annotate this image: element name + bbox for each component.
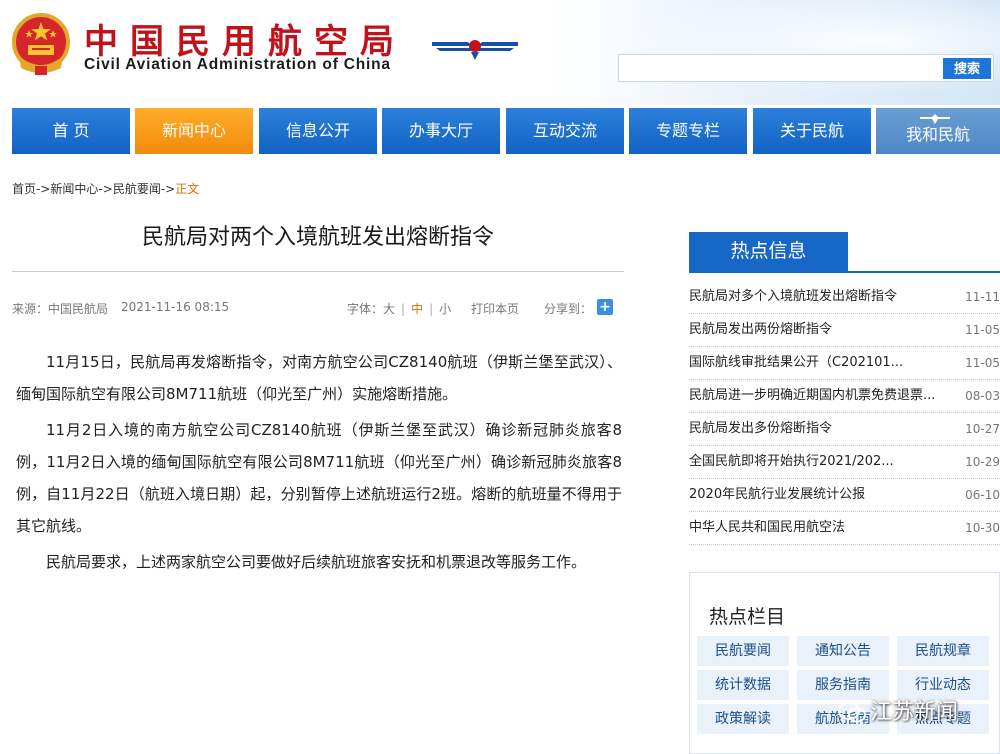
- hot-info-title: 中华人民共和国民用航空法: [689, 520, 846, 535]
- search-button[interactable]: 搜索: [943, 58, 991, 79]
- hot-info-divider: [689, 271, 1000, 273]
- hot-info-date: 10-27: [965, 422, 1000, 436]
- breadcrumb-headlines[interactable]: 民航要闻: [113, 182, 161, 196]
- nav-news-center[interactable]: 新闻中心: [135, 108, 253, 154]
- hot-info-title: 民航局对多个入境航班发出熔断指令: [689, 289, 898, 304]
- hot-info-item[interactable]: 2020年民航行业发展统计公报 06-10: [689, 479, 1000, 512]
- site-header: 中国民用航空局 Civil Aviation Administration of…: [0, 0, 1000, 105]
- plane-icon: [920, 114, 950, 124]
- article-source: 来源：中国民航局: [12, 302, 109, 316]
- article-paragraph: 11月15日，民航局再发熔断指令，对南方航空公司CZ8140航班（伊斯兰堡至武汉…: [16, 353, 622, 403]
- hot-columns-heading: 热点栏目: [709, 606, 786, 628]
- column-button[interactable]: 民航规章: [897, 636, 989, 666]
- hot-info-date: 10-30: [965, 521, 1000, 535]
- nav-about[interactable]: 关于民航: [753, 108, 871, 154]
- site-title-en: Civil Aviation Administration of China: [84, 56, 391, 73]
- hot-info-title: 2020年民航行业发展统计公报: [689, 487, 866, 502]
- watermark: 江苏新闻: [838, 694, 958, 728]
- share-label: 分享到：: [544, 302, 593, 316]
- watermark-text: 江苏新闻: [870, 700, 959, 725]
- breadcrumb-separator: ->: [160, 182, 176, 196]
- hot-info-title: 民航局进一步明确近期国内机票免费退票...: [689, 388, 936, 403]
- hot-info-title: 全国民航即将开始执行2021/202...: [689, 454, 894, 469]
- font-medium-button[interactable]: 中: [411, 302, 423, 316]
- nav-home[interactable]: 首 页: [12, 108, 130, 154]
- hot-info-heading: 热点信息: [689, 232, 848, 271]
- nav-service-hall[interactable]: 办事大厅: [382, 108, 500, 154]
- hot-info-item[interactable]: 全国民航即将开始执行2021/202... 10-29: [689, 446, 1000, 479]
- main-nav: 首 页 新闻中心 信息公开 办事大厅 互动交流 专题专栏 关于民航 我和民航: [12, 108, 1000, 154]
- hot-info-list: 民航局对多个入境航班发出熔断指令 11-11 民航局发出两份熔断指令 11-05 国…: [689, 281, 1000, 545]
- column-button[interactable]: 政策解读: [697, 704, 789, 734]
- breadcrumb-news-center[interactable]: 新闻中心: [50, 182, 98, 196]
- nav-info-disclosure[interactable]: 信息公开: [259, 108, 377, 154]
- font-small-button[interactable]: 小: [439, 302, 451, 316]
- title-divider: [12, 271, 624, 272]
- nav-special-topics[interactable]: 专题专栏: [629, 108, 747, 154]
- search-box: 搜索: [618, 54, 994, 82]
- breadcrumb-home[interactable]: 首页: [12, 182, 36, 196]
- hot-info-item[interactable]: 中华人民共和国民用航空法 10-30: [689, 512, 1000, 545]
- column-button[interactable]: 通知公告: [797, 636, 889, 666]
- search-input[interactable]: [621, 57, 943, 81]
- share-plus-icon[interactable]: +: [597, 299, 613, 315]
- breadcrumb: 首页->新闻中心->民航要闻->正文: [12, 180, 199, 197]
- hot-info-item[interactable]: 民航局进一步明确近期国内机票免费退票... 08-03: [689, 380, 1000, 413]
- hot-info-date: 11-05: [965, 323, 1000, 337]
- breadcrumb-separator: ->: [98, 182, 113, 196]
- font-sep: |: [429, 302, 434, 316]
- hot-info-title: 民航局发出两份熔断指令: [689, 322, 833, 337]
- hot-info-date: 10-29: [965, 455, 1000, 469]
- hot-info-item[interactable]: 民航局发出两份熔断指令 11-05: [689, 314, 1000, 347]
- font-large-button[interactable]: 大: [383, 302, 395, 316]
- article-paragraph: 11月2日入境的南方航空公司CZ8140航班（伊斯兰堡至武汉）确诊新冠肺炎旅客8…: [16, 421, 622, 535]
- column-button[interactable]: 统计数据: [697, 670, 789, 700]
- hot-info-title: 民航局发出多份熔断指令: [689, 421, 833, 436]
- hot-info-date: 08-03: [965, 389, 1000, 403]
- article-title: 民航局对两个入境航班发出熔断指令: [141, 225, 494, 250]
- caac-wings-logo-icon: [432, 40, 518, 60]
- font-size-label: 字体：: [347, 302, 384, 316]
- breadcrumb-current: 正文: [175, 182, 200, 196]
- hot-info-title: 国际航线审批结果公开（C202101...: [689, 355, 904, 370]
- article-time: 2021-11-16 08:15: [121, 300, 230, 314]
- article-body: 11月15日，民航局再发熔断指令，对南方航空公司CZ8140航班（伊斯兰堡至武汉…: [16, 346, 622, 578]
- hot-info-item[interactable]: 国际航线审批结果公开（C202101... 11-05: [689, 347, 1000, 380]
- article-paragraph: 民航局要求，上述两家航空公司要做好后续航班旅客安抚和机票退改等服务工作。: [46, 553, 587, 571]
- hot-info-date: 11-05: [965, 356, 1000, 370]
- national-emblem-icon: [12, 13, 70, 75]
- nav-interaction[interactable]: 互动交流: [506, 108, 624, 154]
- column-button[interactable]: 民航要闻: [697, 636, 789, 666]
- wechat-icon: [838, 702, 866, 723]
- hot-info-date: 11-11: [965, 290, 1000, 304]
- breadcrumb-separator: ->: [36, 182, 51, 196]
- font-sep: |: [401, 302, 406, 316]
- nav-me-label: 我和民航: [905, 125, 970, 144]
- hot-info-date: 06-10: [965, 488, 1000, 502]
- font-size-controls: 字体：大 | 中 | 小: [347, 300, 451, 317]
- nav-me-and-civil-aviation[interactable]: 我和民航: [876, 108, 1000, 154]
- hot-info-item[interactable]: 民航局对多个入境航班发出熔断指令 11-11: [689, 281, 1000, 314]
- hot-info-item[interactable]: 民航局发出多份熔断指令 10-27: [689, 413, 1000, 446]
- print-button[interactable]: 打印本页: [471, 300, 519, 317]
